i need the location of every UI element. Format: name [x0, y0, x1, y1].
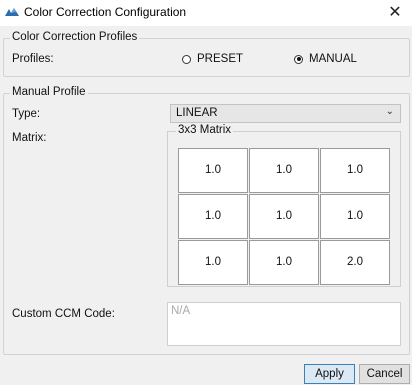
matrix-legend: 3x3 Matrix — [176, 124, 234, 136]
matrix-cell-2-0[interactable]: 1.0 — [178, 240, 248, 285]
radio-manual-circle[interactable] — [294, 54, 303, 64]
radio-manual-label: MANUAL — [309, 53, 357, 65]
radio-preset-circle[interactable] — [182, 54, 191, 64]
radio-manual[interactable]: MANUAL — [294, 53, 357, 65]
profiles-label: Profiles: — [12, 53, 54, 65]
title-bar: Color Correction Configuration ✕ — [0, 0, 412, 26]
matrix-label: Matrix: — [12, 132, 47, 144]
ccm-label: Custom CCM Code: — [12, 308, 115, 320]
matrix-cell-1-1[interactable]: 1.0 — [249, 194, 319, 239]
radio-preset-label: PRESET — [197, 53, 244, 65]
ccm-code-field[interactable]: N/A — [167, 302, 401, 346]
matrix-cell-0-2[interactable]: 1.0 — [320, 148, 390, 193]
apply-button[interactable]: Apply — [304, 364, 355, 384]
matrix-group: 3x3 Matrix 1.0 1.0 1.0 1.0 1.0 1.0 1.0 1… — [167, 124, 401, 287]
matrix-cell-1-2[interactable]: 1.0 — [320, 194, 390, 239]
profiles-group-legend: Color Correction Profiles — [10, 31, 140, 43]
window-title: Color Correction Configuration — [24, 5, 187, 19]
matrix-cell-0-0[interactable]: 1.0 — [178, 148, 248, 193]
ccm-placeholder: N/A — [171, 305, 191, 317]
type-select[interactable]: LINEAR ⌄ — [170, 104, 401, 123]
app-logo-icon — [5, 8, 19, 16]
chevron-down-icon[interactable]: ⌄ — [386, 106, 394, 117]
cancel-button[interactable]: Cancel — [359, 364, 410, 384]
type-label: Type: — [12, 108, 41, 120]
radio-preset[interactable]: PRESET — [182, 53, 243, 65]
manual-profile-legend: Manual Profile — [10, 86, 88, 98]
matrix-cell-2-2[interactable]: 2.0 — [320, 240, 390, 285]
close-icon[interactable]: ✕ — [384, 2, 406, 24]
type-select-value: LINEAR — [176, 107, 218, 119]
matrix-cell-1-0[interactable]: 1.0 — [178, 194, 248, 239]
matrix-cell-2-1[interactable]: 1.0 — [249, 240, 319, 285]
matrix-cell-0-1[interactable]: 1.0 — [249, 148, 319, 193]
